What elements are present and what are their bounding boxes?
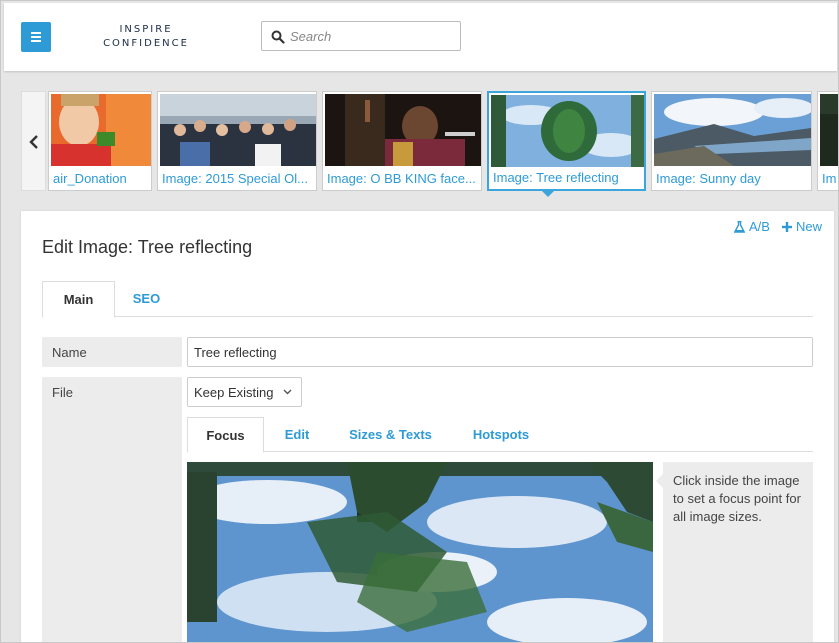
plus-icon	[781, 221, 792, 232]
carousel-item[interactable]: Image: O BB KING face...	[322, 91, 482, 191]
carousel-item-caption: Im	[822, 171, 837, 186]
tab-main-label: Main	[63, 292, 94, 307]
ab-test-label: A/B	[749, 219, 770, 234]
edit-panel: A/B New Edit Image: Tree reflecting Main…	[21, 211, 834, 643]
carousel-item[interactable]: Image: Sunny day	[651, 91, 812, 191]
name-input[interactable]	[187, 337, 813, 367]
new-button[interactable]: New	[781, 219, 822, 234]
carousel-item-caption: Image: Tree reflecting	[493, 170, 619, 185]
selected-pointer	[540, 189, 556, 197]
carousel-item-caption: Image: Sunny day	[656, 171, 761, 186]
file-label: File	[42, 377, 182, 642]
tab-edit[interactable]: Edit	[264, 417, 330, 454]
carousel-item[interactable]: Im	[817, 91, 838, 191]
thumbnail-image	[820, 94, 838, 166]
chevron-down-icon	[283, 389, 292, 395]
tab-hotspots-label: Hotspots	[472, 427, 530, 442]
search-box	[261, 21, 461, 51]
thumbnail-image	[491, 95, 644, 167]
image-subtabs: Focus Edit Sizes & Texts Hotspots	[187, 417, 813, 454]
logo-line-1: INSPIRE	[119, 24, 173, 35]
carousel-item-caption: Image: O BB KING face...	[327, 171, 476, 186]
tab-edit-label: Edit	[284, 427, 310, 442]
thumbnail-image	[160, 94, 316, 166]
new-label: New	[795, 219, 822, 234]
tab-seo[interactable]: SEO	[115, 281, 178, 318]
tab-sizes-texts[interactable]: Sizes & Texts	[330, 417, 451, 454]
carousel-item-caption: Image: 2015 Special Ol...	[162, 171, 308, 186]
menu-button[interactable]	[21, 22, 51, 52]
focus-hint: Click inside the image to set a focus po…	[656, 462, 813, 642]
carousel-item[interactable]: Image: 2015 Special Ol...	[157, 91, 317, 191]
chevron-left-icon	[29, 135, 38, 149]
file-select-value: Keep Existing	[194, 385, 274, 400]
carousel-item-caption: air_Donation	[53, 171, 127, 186]
tab-seo-label: SEO	[132, 291, 161, 306]
name-label: Name	[42, 337, 182, 367]
thumbnail-image	[51, 94, 151, 166]
hamburger-icon-bar	[31, 40, 41, 42]
carousel-item-selected[interactable]: Image: Tree reflecting	[487, 91, 646, 191]
page-title: Edit Image: Tree reflecting	[42, 237, 253, 257]
hamburger-icon-bar	[31, 36, 41, 38]
thumbnail-image	[325, 94, 481, 166]
thumbnail-image	[654, 94, 811, 166]
hamburger-icon-bar	[31, 32, 41, 34]
file-select[interactable]: Keep Existing	[187, 377, 302, 407]
carousel-item[interactable]: air_Donation	[48, 91, 152, 191]
panel-actions: A/B New	[734, 219, 822, 234]
logo[interactable]: INSPIRE CONFIDENCE	[96, 23, 196, 51]
tab-main[interactable]: Main	[42, 281, 115, 318]
app-window: INSPIRE CONFIDENCE Search air_Donation I…	[0, 0, 839, 643]
carousel-prev-button[interactable]	[21, 91, 46, 191]
tab-focus-label: Focus	[206, 428, 245, 443]
ab-test-button[interactable]: A/B	[734, 219, 770, 234]
search-icon	[271, 30, 285, 44]
tab-sizes-texts-label: Sizes & Texts	[349, 427, 432, 442]
tab-hotspots[interactable]: Hotspots	[451, 417, 551, 454]
flask-icon	[734, 220, 746, 233]
image-carousel: air_Donation Image: 2015 Special Ol... I…	[21, 91, 838, 191]
top-header: INSPIRE CONFIDENCE	[4, 3, 837, 71]
focus-image-preview[interactable]	[187, 462, 653, 643]
tab-focus[interactable]: Focus	[187, 417, 264, 453]
main-tabs: Main SEO	[42, 281, 813, 318]
search-input[interactable]	[290, 26, 450, 46]
logo-line-2: CONFIDENCE	[103, 38, 189, 49]
